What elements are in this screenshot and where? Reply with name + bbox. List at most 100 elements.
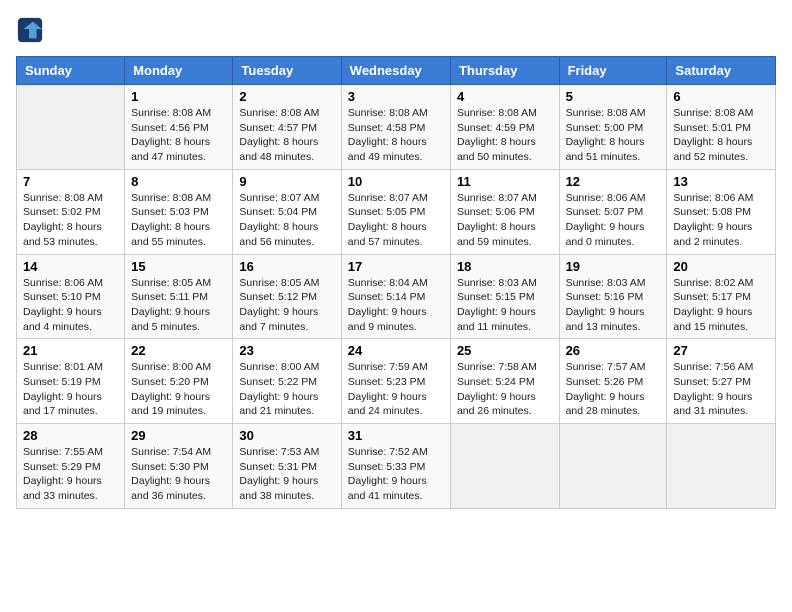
calendar-cell: 5 Sunrise: 8:08 AM Sunset: 5:00 PM Daylig… [559, 85, 667, 170]
day-number: 20 [673, 259, 769, 274]
calendar-cell: 2 Sunrise: 8:08 AM Sunset: 4:57 PM Daylig… [233, 85, 341, 170]
day-number: 4 [457, 89, 553, 104]
calendar-cell: 12 Sunrise: 8:06 AM Sunset: 5:07 PM Dayli… [559, 169, 667, 254]
day-number: 2 [239, 89, 334, 104]
calendar-cell: 24 Sunrise: 7:59 AM Sunset: 5:23 PM Dayli… [341, 339, 450, 424]
calendar-cell: 23 Sunrise: 8:00 AM Sunset: 5:22 PM Dayli… [233, 339, 341, 424]
calendar-cell: 14Sunrise: 8:06 AM Sunset: 5:10 PM Dayli… [17, 254, 125, 339]
calendar-week-4: 21Sunrise: 8:01 AM Sunset: 5:19 PM Dayli… [17, 339, 776, 424]
day-info: Sunrise: 8:03 AM Sunset: 5:15 PM Dayligh… [457, 276, 553, 335]
page-header [16, 16, 776, 44]
calendar-cell [450, 424, 559, 509]
day-info: Sunrise: 8:01 AM Sunset: 5:19 PM Dayligh… [23, 360, 118, 419]
day-info: Sunrise: 8:08 AM Sunset: 4:56 PM Dayligh… [131, 106, 226, 165]
day-number: 13 [673, 174, 769, 189]
calendar-cell: 7 Sunrise: 8:08 AM Sunset: 5:02 PM Daylig… [17, 169, 125, 254]
calendar-cell: 25Sunrise: 7:58 AM Sunset: 5:24 PM Dayli… [450, 339, 559, 424]
calendar-week-2: 7 Sunrise: 8:08 AM Sunset: 5:02 PM Daylig… [17, 169, 776, 254]
day-header-wednesday: Wednesday [341, 57, 450, 85]
day-info: Sunrise: 8:08 AM Sunset: 4:57 PM Dayligh… [239, 106, 334, 165]
day-info: Sunrise: 8:04 AM Sunset: 5:14 PM Dayligh… [348, 276, 444, 335]
day-header-sunday: Sunday [17, 57, 125, 85]
day-number: 15 [131, 259, 226, 274]
calendar-header: SundayMondayTuesdayWednesdayThursdayFrid… [17, 57, 776, 85]
calendar-cell: 31 Sunrise: 7:52 AM Sunset: 5:33 PM Dayli… [341, 424, 450, 509]
calendar-week-1: 1 Sunrise: 8:08 AM Sunset: 4:56 PM Daylig… [17, 85, 776, 170]
day-number: 19 [566, 259, 661, 274]
day-number: 10 [348, 174, 444, 189]
calendar-cell: 6 Sunrise: 8:08 AM Sunset: 5:01 PM Daylig… [667, 85, 776, 170]
day-info: Sunrise: 8:05 AM Sunset: 5:11 PM Dayligh… [131, 276, 226, 335]
day-number: 26 [566, 343, 661, 358]
day-info: Sunrise: 8:08 AM Sunset: 5:03 PM Dayligh… [131, 191, 226, 250]
day-info: Sunrise: 7:52 AM Sunset: 5:33 PM Dayligh… [348, 445, 444, 504]
day-info: Sunrise: 7:55 AM Sunset: 5:29 PM Dayligh… [23, 445, 118, 504]
day-number: 22 [131, 343, 226, 358]
day-number: 14 [23, 259, 118, 274]
day-number: 27 [673, 343, 769, 358]
day-info: Sunrise: 8:05 AM Sunset: 5:12 PM Dayligh… [239, 276, 334, 335]
day-info: Sunrise: 8:07 AM Sunset: 5:04 PM Dayligh… [239, 191, 334, 250]
calendar-cell: 1 Sunrise: 8:08 AM Sunset: 4:56 PM Daylig… [125, 85, 233, 170]
day-info: Sunrise: 8:08 AM Sunset: 4:59 PM Dayligh… [457, 106, 553, 165]
calendar-cell [17, 85, 125, 170]
day-info: Sunrise: 7:54 AM Sunset: 5:30 PM Dayligh… [131, 445, 226, 504]
day-info: Sunrise: 8:00 AM Sunset: 5:20 PM Dayligh… [131, 360, 226, 419]
day-info: Sunrise: 7:59 AM Sunset: 5:23 PM Dayligh… [348, 360, 444, 419]
calendar-cell: 21Sunrise: 8:01 AM Sunset: 5:19 PM Dayli… [17, 339, 125, 424]
day-number: 23 [239, 343, 334, 358]
day-info: Sunrise: 8:08 AM Sunset: 5:01 PM Dayligh… [673, 106, 769, 165]
day-info: Sunrise: 8:08 AM Sunset: 5:02 PM Dayligh… [23, 191, 118, 250]
day-number: 28 [23, 428, 118, 443]
day-info: Sunrise: 8:06 AM Sunset: 5:08 PM Dayligh… [673, 191, 769, 250]
day-header-monday: Monday [125, 57, 233, 85]
day-info: Sunrise: 8:03 AM Sunset: 5:16 PM Dayligh… [566, 276, 661, 335]
calendar-cell: 19 Sunrise: 8:03 AM Sunset: 5:16 PM Dayli… [559, 254, 667, 339]
calendar-week-3: 14Sunrise: 8:06 AM Sunset: 5:10 PM Dayli… [17, 254, 776, 339]
day-info: Sunrise: 7:53 AM Sunset: 5:31 PM Dayligh… [239, 445, 334, 504]
day-number: 5 [566, 89, 661, 104]
calendar-cell: 10 Sunrise: 8:07 AM Sunset: 5:05 PM Dayli… [341, 169, 450, 254]
day-number: 3 [348, 89, 444, 104]
calendar-cell: 9Sunrise: 8:07 AM Sunset: 5:04 PM Daylig… [233, 169, 341, 254]
calendar-cell [559, 424, 667, 509]
day-number: 7 [23, 174, 118, 189]
day-number: 31 [348, 428, 444, 443]
calendar-cell: 27 Sunrise: 7:56 AM Sunset: 5:27 PM Dayli… [667, 339, 776, 424]
day-info: Sunrise: 7:56 AM Sunset: 5:27 PM Dayligh… [673, 360, 769, 419]
day-number: 1 [131, 89, 226, 104]
day-info: Sunrise: 8:07 AM Sunset: 5:05 PM Dayligh… [348, 191, 444, 250]
calendar-cell: 22 Sunrise: 8:00 AM Sunset: 5:20 PM Dayli… [125, 339, 233, 424]
day-info: Sunrise: 7:57 AM Sunset: 5:26 PM Dayligh… [566, 360, 661, 419]
day-info: Sunrise: 8:08 AM Sunset: 4:58 PM Dayligh… [348, 106, 444, 165]
calendar-cell: 29 Sunrise: 7:54 AM Sunset: 5:30 PM Dayli… [125, 424, 233, 509]
day-number: 12 [566, 174, 661, 189]
day-header-saturday: Saturday [667, 57, 776, 85]
day-header-thursday: Thursday [450, 57, 559, 85]
day-number: 18 [457, 259, 553, 274]
day-header-tuesday: Tuesday [233, 57, 341, 85]
calendar-cell: 13 Sunrise: 8:06 AM Sunset: 5:08 PM Dayli… [667, 169, 776, 254]
day-number: 11 [457, 174, 553, 189]
day-number: 24 [348, 343, 444, 358]
day-number: 6 [673, 89, 769, 104]
day-number: 8 [131, 174, 226, 189]
day-number: 16 [239, 259, 334, 274]
day-info: Sunrise: 8:00 AM Sunset: 5:22 PM Dayligh… [239, 360, 334, 419]
day-info: Sunrise: 8:07 AM Sunset: 5:06 PM Dayligh… [457, 191, 553, 250]
calendar-cell: 18 Sunrise: 8:03 AM Sunset: 5:15 PM Dayli… [450, 254, 559, 339]
calendar-cell: 28 Sunrise: 7:55 AM Sunset: 5:29 PM Dayli… [17, 424, 125, 509]
day-info: Sunrise: 8:08 AM Sunset: 5:00 PM Dayligh… [566, 106, 661, 165]
day-number: 29 [131, 428, 226, 443]
day-number: 17 [348, 259, 444, 274]
calendar-cell: 15 Sunrise: 8:05 AM Sunset: 5:11 PM Dayli… [125, 254, 233, 339]
calendar-cell: 11 Sunrise: 8:07 AM Sunset: 5:06 PM Dayli… [450, 169, 559, 254]
day-info: Sunrise: 8:06 AM Sunset: 5:07 PM Dayligh… [566, 191, 661, 250]
calendar-cell: 8 Sunrise: 8:08 AM Sunset: 5:03 PM Daylig… [125, 169, 233, 254]
calendar-cell: 30 Sunrise: 7:53 AM Sunset: 5:31 PM Dayli… [233, 424, 341, 509]
calendar-cell [667, 424, 776, 509]
day-number: 30 [239, 428, 334, 443]
day-info: Sunrise: 8:02 AM Sunset: 5:17 PM Dayligh… [673, 276, 769, 335]
calendar-cell: 17 Sunrise: 8:04 AM Sunset: 5:14 PM Dayli… [341, 254, 450, 339]
calendar-week-5: 28 Sunrise: 7:55 AM Sunset: 5:29 PM Dayli… [17, 424, 776, 509]
